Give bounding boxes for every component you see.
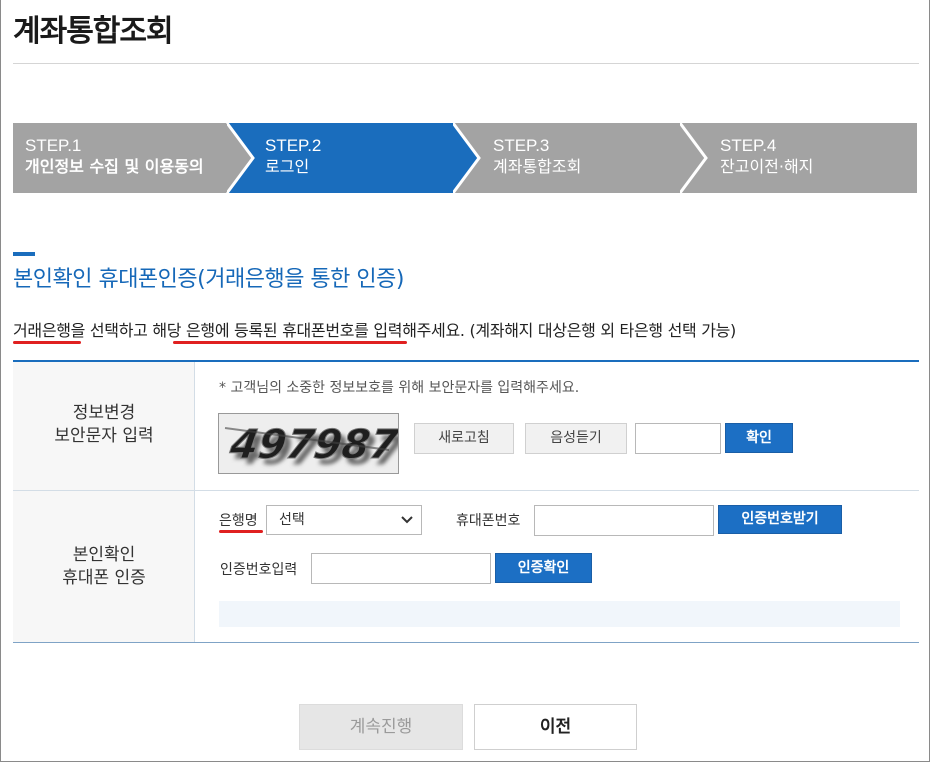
captcha-confirm-button[interactable]: 확인 <box>725 423 793 453</box>
step-3-number: STEP.3 <box>493 136 550 155</box>
title-divider <box>13 63 919 64</box>
step-3-name: 계좌통합조회 <box>493 157 582 176</box>
section-title: 본인확인 휴대폰인증(거래은행을 통한 인증) <box>13 267 404 292</box>
captcha-input[interactable] <box>635 423 721 454</box>
step-1-number: STEP.1 <box>25 136 82 155</box>
security-label-line2: 보안문자 입력 <box>54 426 154 446</box>
step-2-name: 로그인 <box>265 157 310 176</box>
auth-info-bar <box>219 601 900 627</box>
page-title: 계좌통합조회 <box>13 14 174 49</box>
bank-label: 은행명 <box>219 513 258 529</box>
continue-button[interactable]: 계속진행 <box>299 704 463 750</box>
code-label: 인증번호입력 <box>220 562 298 578</box>
security-label-line1: 정보변경 <box>72 403 136 423</box>
phone-input[interactable] <box>534 505 714 536</box>
step-3: STEP.3 계좌통합조회 <box>453 123 706 193</box>
auth-code-input[interactable] <box>311 553 491 584</box>
bank-label-underline <box>219 530 263 533</box>
step-4-number: STEP.4 <box>720 136 777 155</box>
captcha-text: 497987 <box>226 422 399 468</box>
instruction-text: 거래은행을 선택하고 해당 은행에 등록된 휴대폰번호를 입력해주세요. (계좌… <box>13 321 737 340</box>
auth-label-line1: 본인확인 <box>72 545 136 565</box>
step-2-number: STEP.2 <box>265 136 322 155</box>
table-bottom-border <box>13 642 919 643</box>
chevron-down-icon <box>401 516 413 524</box>
captcha-image: 497987 497987 <box>218 413 399 474</box>
auth-label-line2: 휴대폰 인증 <box>62 568 146 588</box>
step-1: STEP.1 개인정보 수집 및 이용동의 <box>13 123 253 193</box>
bank-select[interactable]: 선택 <box>266 505 422 535</box>
security-row-label: 정보변경 보안문자 입력 <box>13 402 195 448</box>
instruction-underline-bank <box>13 341 81 344</box>
step-indicator: STEP.1 개인정보 수집 및 이용동의 STEP.2 로그인 STEP.3 … <box>13 123 917 193</box>
security-notice: * 고객님의 소중한 정보보호를 위해 보안문자를 입력해주세요. <box>219 380 580 396</box>
table-row-divider <box>13 490 919 491</box>
verify-code-button[interactable]: 인증확인 <box>495 553 592 583</box>
phone-label: 휴대폰번호 <box>456 513 521 529</box>
audio-captcha-button[interactable]: 음성듣기 <box>525 423 627 454</box>
instruction-underline-phone <box>173 341 407 344</box>
refresh-captcha-button[interactable]: 새로고침 <box>414 423 514 454</box>
bank-select-value: 선택 <box>279 512 305 528</box>
previous-button[interactable]: 이전 <box>474 704 637 750</box>
captcha-graphic: 497987 497987 <box>219 414 399 473</box>
auth-row-label: 본인확인 휴대폰 인증 <box>13 544 195 590</box>
request-code-button[interactable]: 인증번호받기 <box>718 505 842 534</box>
step-4: STEP.4 잔고이전·해지 <box>680 123 917 193</box>
step-1-name: 개인정보 수집 및 이용동의 <box>25 157 204 176</box>
step-4-name: 잔고이전·해지 <box>720 157 814 176</box>
section-accent-bar <box>13 252 35 256</box>
step-2: STEP.2 로그인 <box>227 123 479 193</box>
